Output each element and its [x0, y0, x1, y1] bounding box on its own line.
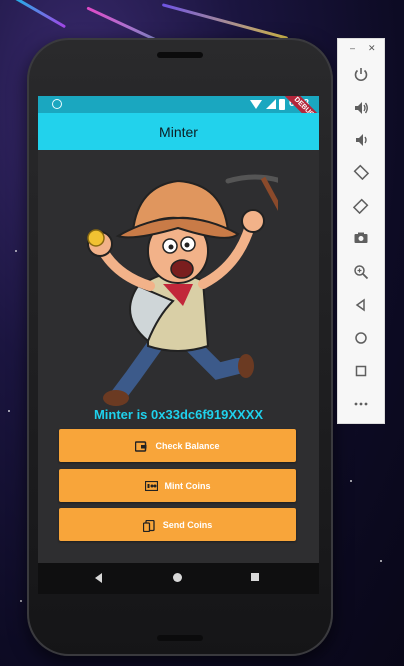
mint-coins-button[interactable]: Mint Coins [59, 469, 296, 502]
signal-icon [266, 99, 276, 109]
light-streak [3, 0, 67, 29]
wifi-icon [250, 100, 262, 109]
window-controls: – ✕ [338, 43, 386, 55]
send-icon [142, 519, 155, 532]
nav-back-icon[interactable] [95, 573, 102, 583]
power-icon[interactable] [350, 63, 372, 85]
rotate-left-icon[interactable] [350, 161, 372, 183]
rotate-right-icon[interactable] [350, 195, 372, 217]
wallet-icon [135, 440, 147, 452]
home-icon[interactable] [350, 327, 372, 349]
battery-icon [279, 99, 285, 110]
app-title: Minter [159, 123, 198, 140]
coins-icon [144, 480, 158, 491]
more-icon[interactable] [350, 393, 372, 415]
emulator-toolbar: – ✕ [337, 38, 385, 424]
speaker-bottom [157, 635, 203, 641]
check-balance-button[interactable]: Check Balance [59, 429, 296, 462]
check-balance-label: Check Balance [155, 440, 220, 451]
status-bar: 6:13 DEBUG [38, 96, 319, 137]
speaker-top [157, 52, 203, 58]
notification-icon [52, 99, 62, 109]
miner-illustration [87, 174, 278, 406]
overview-icon[interactable] [350, 360, 372, 382]
volume-up-icon[interactable] [350, 97, 372, 119]
zoom-icon[interactable] [350, 261, 372, 283]
minter-address-text: Minter is 0x33dc6f919XXXX [93, 407, 264, 422]
back-icon[interactable] [350, 294, 372, 316]
android-nav-bar [38, 563, 319, 594]
close-icon[interactable]: ✕ [368, 43, 376, 54]
camera-icon[interactable] [350, 227, 372, 249]
nav-recent-icon[interactable] [251, 573, 259, 581]
mint-coins-label: Mint Coins [164, 480, 211, 491]
volume-down-icon[interactable] [350, 129, 372, 151]
app-screen: 6:13 DEBUG Minter M [38, 96, 319, 594]
minimize-icon[interactable]: – [350, 43, 355, 53]
send-coins-label: Send Coins [162, 519, 213, 530]
nav-home-icon[interactable] [173, 573, 182, 582]
light-streak [161, 3, 289, 40]
send-coins-button[interactable]: Send Coins [59, 508, 296, 541]
app-bar: Minter [38, 113, 319, 150]
